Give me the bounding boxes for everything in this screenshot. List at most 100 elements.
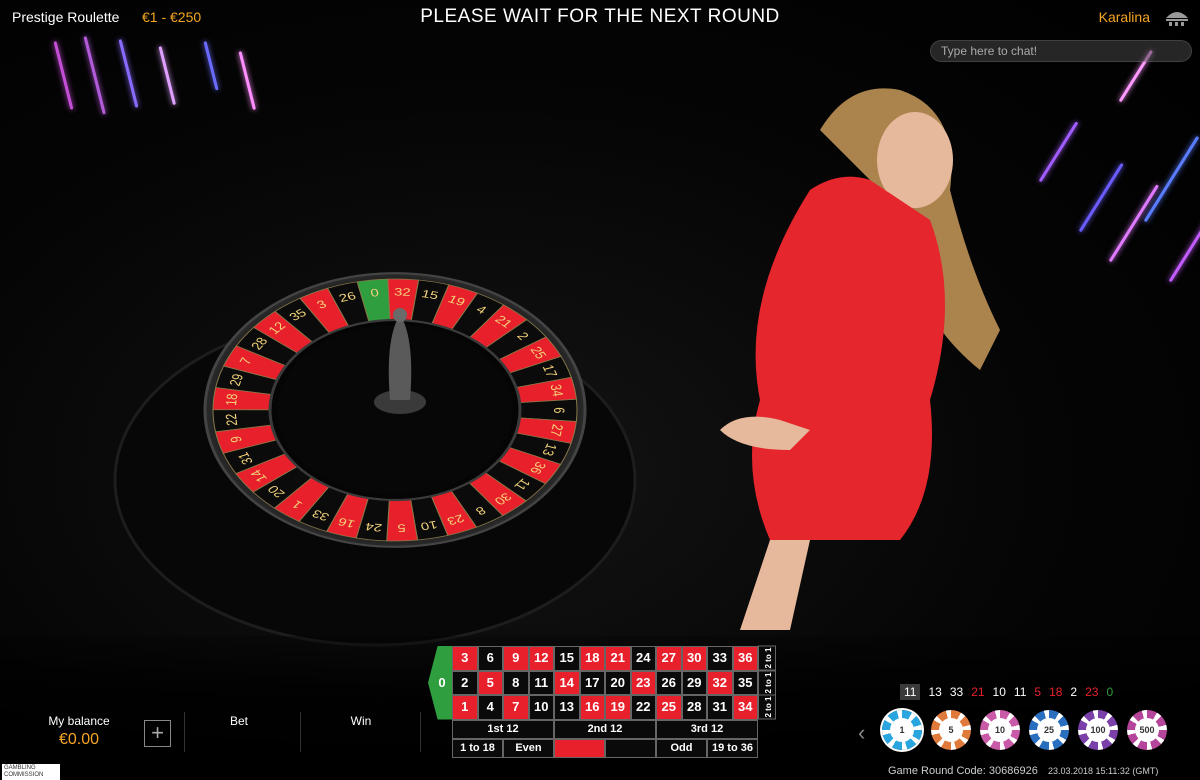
bet-spot-number[interactable]: 2 (452, 670, 478, 695)
bet-spot-number[interactable]: 30 (681, 646, 707, 671)
bet-spot-dozen[interactable]: 1st 12 (452, 719, 554, 739)
bet-spot-number[interactable]: 16 (579, 695, 605, 720)
bet-spot-even[interactable]: Even (503, 738, 554, 758)
bet-spot-number[interactable]: 32 (707, 670, 733, 695)
bet-spot-number[interactable]: 36 (732, 646, 758, 671)
bet-spot-number[interactable]: 7 (503, 695, 529, 720)
bet-display: Bet (184, 714, 294, 728)
bet-spot-number[interactable]: 26 (656, 670, 682, 695)
wheel-pocket-number: 6 (551, 407, 568, 413)
balance-label: My balance (48, 714, 110, 728)
result-number: 33 (949, 685, 964, 699)
bet-spot-number[interactable]: 28 (681, 695, 707, 720)
add-funds-button[interactable]: + (144, 720, 171, 747)
bet-spot-number[interactable]: 1 (452, 695, 478, 720)
light-streak (1168, 204, 1200, 283)
bet-spot-number[interactable]: 29 (681, 670, 707, 695)
bet-spot-number[interactable]: 31 (707, 695, 733, 720)
bet-spot-dozen[interactable]: 3rd 12 (656, 719, 758, 739)
light-streak (158, 46, 176, 106)
bet-spot-number[interactable]: 13 (554, 695, 580, 720)
result-number: 0 (1106, 685, 1114, 699)
light-streak (53, 41, 74, 110)
regulator-logo: GAMBLING COMMISSION (2, 764, 60, 780)
bet-spot-number[interactable]: 33 (707, 646, 733, 671)
bet-spot-odd[interactable]: Odd (656, 738, 707, 758)
chip-value: 100 (1086, 718, 1110, 742)
bet-spot-column[interactable]: 2 to 1 (758, 646, 776, 671)
chip-value: 500 (1135, 718, 1159, 742)
bet-spot-number[interactable]: 21 (605, 646, 631, 671)
wheel-pocket-number: 24 (364, 520, 383, 534)
wheel-pocket-number: 5 (397, 522, 406, 535)
light-streak (238, 51, 256, 111)
bet-spot-number[interactable]: 14 (554, 670, 580, 695)
result-number: 18 (1049, 685, 1063, 699)
bet-spot-number[interactable]: 3 (452, 646, 478, 671)
timestamp: 23.03.2018 15:11:32 (GMT) (1048, 766, 1159, 776)
bet-spot-column[interactable]: 2 to 1 (758, 670, 776, 695)
bet-spot-number[interactable]: 10 (528, 695, 554, 720)
bet-spot-number[interactable]: 23 (630, 670, 656, 695)
bet-spot-number[interactable]: 4 (477, 695, 503, 720)
bet-spot-number[interactable]: 20 (605, 670, 631, 695)
chip-25[interactable]: 25 (1029, 710, 1069, 750)
result-number: 11 (1013, 685, 1027, 699)
wheel-pocket-number: 10 (419, 518, 439, 533)
game-round-code: Game Round Code: 30686926 (888, 765, 1038, 777)
bet-spot-number[interactable]: 8 (503, 670, 529, 695)
light-streak (203, 41, 219, 91)
chip-selector: ‹ 1 5 10 25 100 500 (858, 710, 1198, 758)
result-number: 23 (1085, 685, 1099, 699)
wheel-pocket-number: 34 (547, 383, 567, 397)
bet-spot-number[interactable]: 15 (554, 646, 580, 671)
chip-10[interactable]: 10 (980, 710, 1020, 750)
balance-display: My balance €0.00 (24, 714, 134, 749)
wheel-pocket-number: 22 (222, 413, 241, 426)
top-bar: Prestige Roulette €1 - €250 PLEASE WAIT … (0, 0, 1200, 34)
result-number: 2 (1070, 685, 1078, 699)
bet-spot-dozen[interactable]: 2nd 12 (554, 719, 656, 739)
chat-input[interactable] (930, 40, 1192, 62)
bet-spot-red[interactable] (554, 738, 605, 758)
chip-1[interactable]: 1 (882, 710, 922, 750)
bet-spot-low[interactable]: 1 to 18 (452, 738, 503, 758)
chip-5[interactable]: 5 (931, 710, 971, 750)
bet-spot-number[interactable]: 17 (579, 670, 605, 695)
light-streak (1078, 162, 1124, 233)
chip-value: 1 (890, 718, 914, 742)
bet-spot-number[interactable]: 9 (503, 646, 529, 671)
wheel-pocket-number: 27 (547, 423, 567, 437)
bet-spot-number[interactable]: 11 (528, 670, 554, 695)
bet-spot-number[interactable]: 24 (630, 646, 656, 671)
round-status-message: PLEASE WAIT FOR THE NEXT ROUND (420, 6, 780, 27)
wheel-pocket-number: 15 (420, 287, 440, 302)
wheel-pocket-number: 18 (222, 393, 241, 406)
lobby-icon[interactable] (1164, 8, 1190, 26)
bet-spot-number[interactable]: 27 (656, 646, 682, 671)
bet-spot-number[interactable]: 18 (579, 646, 605, 671)
divider (300, 712, 301, 752)
bet-spot-number[interactable]: 22 (630, 695, 656, 720)
chevron-left-icon[interactable]: ‹ (858, 720, 865, 746)
chip-value: 10 (988, 718, 1012, 742)
light-streak (1143, 135, 1200, 223)
bet-spot-number[interactable]: 19 (605, 695, 631, 720)
bet-spot-number[interactable]: 6 (477, 646, 503, 671)
bet-spot-number[interactable]: 5 (477, 670, 503, 695)
bet-spot-high[interactable]: 19 to 36 (707, 738, 758, 758)
result-number: 5 (1034, 685, 1042, 699)
bet-spot-number[interactable]: 12 (528, 646, 554, 671)
bet-spot-black[interactable] (605, 738, 656, 758)
bet-spot-number[interactable]: 25 (656, 695, 682, 720)
result-number: 21 (971, 685, 985, 699)
roulette-wheel: 0 32 15 19421225173462713361130823105241633… (113, 272, 637, 647)
bet-spot-zero[interactable]: 0 (428, 646, 452, 720)
balance-value: €0.00 (58, 731, 100, 748)
dealer-name: Karalina (1098, 9, 1150, 25)
bet-spot-column[interactable]: 2 to 1 (758, 695, 776, 720)
bet-spot-number[interactable]: 35 (732, 670, 758, 695)
chip-100[interactable]: 100 (1078, 710, 1118, 750)
chip-500[interactable]: 500 (1127, 710, 1167, 750)
bet-spot-number[interactable]: 34 (732, 695, 758, 720)
